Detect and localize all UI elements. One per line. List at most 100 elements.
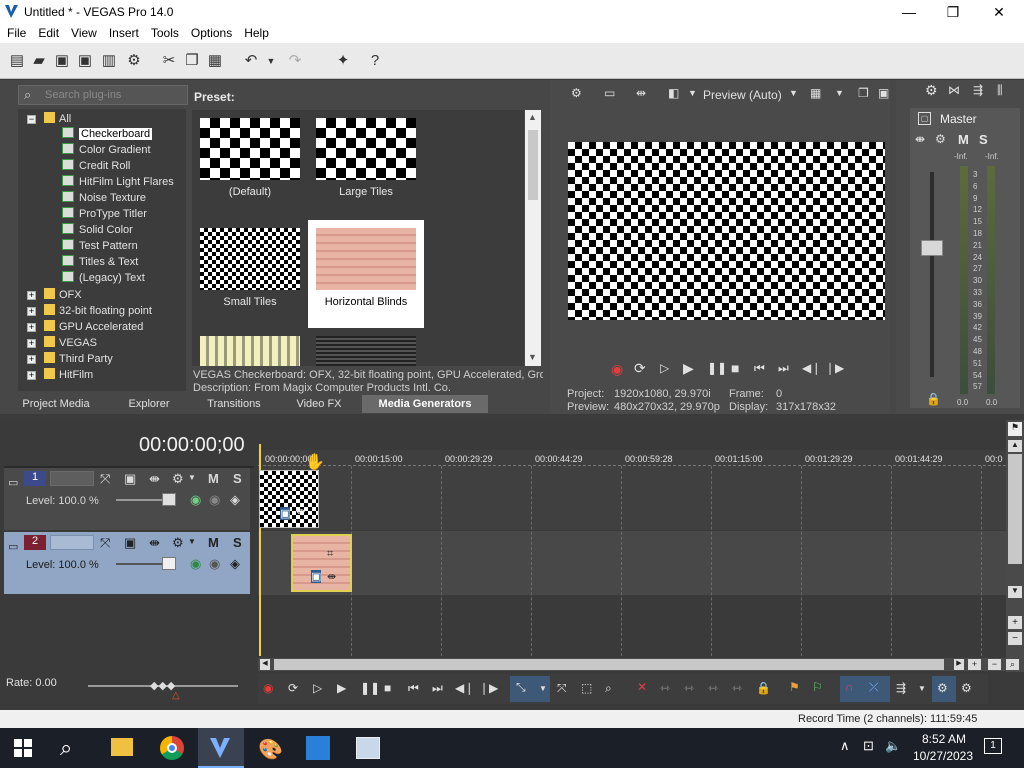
tree-folder-all[interactable]: All: [44, 112, 71, 127]
zoom-edit-tool-icon[interactable]: ⌕: [605, 681, 612, 696]
properties-gear-icon[interactable]: ⚙: [125, 52, 143, 70]
file-explorer-icon[interactable]: [111, 738, 133, 756]
previous-frame-icon[interactable]: ◀❘: [802, 361, 821, 375]
go-to-start-icon[interactable]: ⏮: [408, 681, 419, 696]
tree-item-checkerboard[interactable]: Checkerboard: [62, 127, 153, 142]
menu-edit[interactable]: Edit: [31, 24, 64, 40]
track-mute-button-1[interactable]: M: [208, 471, 219, 486]
play-from-start-icon[interactable]: ▷: [313, 681, 322, 695]
paste-icon[interactable]: ▦: [206, 52, 224, 70]
track-fx-icon[interactable]: ▣: [124, 535, 136, 551]
track-level-slider-1[interactable]: [162, 493, 176, 506]
render-icon[interactable]: ▥: [100, 52, 118, 70]
copy-icon[interactable]: ❐: [183, 52, 201, 70]
vegas-taskbar-button[interactable]: [198, 728, 244, 768]
windows-start-icon[interactable]: [14, 739, 32, 760]
envelope-tool-icon[interactable]: ⤧: [557, 681, 567, 696]
save-as-icon[interactable]: ▣: [76, 52, 94, 70]
rate-reset-icon[interactable]: △: [172, 690, 180, 701]
expand-icon[interactable]: +: [27, 323, 36, 332]
trim-start-icon[interactable]: ⇿: [684, 681, 694, 695]
tree-item-titles-text[interactable]: Titles & Text: [62, 255, 138, 270]
overlays-dropdown-icon[interactable]: ▼: [688, 88, 697, 98]
track-minimize-icon[interactable]: ▭: [8, 476, 18, 489]
show-hidden-icons-icon[interactable]: ∧: [840, 738, 850, 754]
scroll-up-icon[interactable]: ▲: [1008, 440, 1022, 452]
make-compositing-child-icon[interactable]: ◈: [230, 556, 240, 572]
menu-file[interactable]: File: [0, 24, 31, 40]
tree-folder-32bit[interactable]: 32-bit floating point: [44, 304, 152, 319]
record-icon[interactable]: ◉: [611, 361, 623, 378]
track-mute-button-2[interactable]: M: [208, 535, 219, 550]
ignore-event-grouping-icon[interactable]: ⚙: [961, 681, 972, 695]
stop-icon[interactable]: ■: [384, 681, 391, 695]
collapse-all-icon[interactable]: −: [27, 115, 36, 124]
undo-icon[interactable]: ↶: [242, 52, 260, 70]
chrome-icon[interactable]: [160, 736, 184, 760]
clock-time[interactable]: 8:52 AM: [916, 732, 972, 746]
quality-dropdown-icon[interactable]: ▼: [789, 88, 798, 98]
ripple-dropdown-icon[interactable]: ▼: [918, 684, 926, 693]
preset-vertical-thumb[interactable]: [200, 336, 300, 366]
fader-lock-icon[interactable]: 🔒: [926, 392, 941, 406]
preset-scrollbar[interactable]: ▲ ▼: [525, 110, 541, 366]
tree-item-test-pattern[interactable]: Test Pattern: [62, 239, 138, 254]
whats-this-help-icon[interactable]: ?: [366, 52, 384, 70]
track-lane-1[interactable]: [258, 466, 1006, 530]
event-crop-icon[interactable]: ⌗: [327, 548, 333, 561]
pause-icon[interactable]: ❚❚: [360, 681, 380, 695]
track-solo-button-2[interactable]: S: [233, 535, 242, 550]
tree-item-noise-texture[interactable]: Noise Texture: [62, 191, 146, 206]
stop-icon[interactable]: ■: [731, 360, 739, 376]
track-motion-icon[interactable]: ⤧: [100, 471, 110, 487]
selection-tool-icon[interactable]: ⬚: [581, 681, 592, 695]
track-fx-icon[interactable]: ▣: [124, 471, 136, 487]
expand-icon[interactable]: +: [27, 291, 36, 300]
volume-muted-icon[interactable]: 🔈: [885, 738, 901, 754]
auto-ripple-icon[interactable]: ⇶: [896, 681, 906, 695]
insert-region-icon[interactable]: ⚐: [812, 680, 823, 694]
master-solo-button[interactable]: S: [979, 132, 988, 147]
trim-icon[interactable]: ⇿: [660, 681, 670, 695]
preset-default-thumb[interactable]: [200, 118, 300, 180]
play-icon[interactable]: ▶: [337, 681, 346, 695]
tree-item-light-flares[interactable]: HitFilm Light Flares: [62, 175, 174, 190]
preset-small-tiles-thumb[interactable]: [200, 228, 300, 290]
master-pan-icon[interactable]: ⇼: [915, 132, 925, 146]
menu-options[interactable]: Options: [184, 24, 237, 40]
master-fx-chain-icon[interactable]: ⚙: [935, 132, 946, 146]
mixer-insert-bus-icon[interactable]: ⫼: [997, 83, 1003, 98]
track-name-field-1[interactable]: [50, 471, 94, 486]
zoom-in-vertical-icon[interactable]: +: [1008, 616, 1022, 629]
zoom-in-horizontal-icon[interactable]: +: [968, 659, 981, 670]
maximize-button[interactable]: ❐: [930, 2, 976, 22]
track-level-slider-2[interactable]: [162, 557, 176, 570]
horizontal-blinds-clip[interactable]: ⌗ ▣ ⇼: [291, 534, 352, 592]
expand-icon[interactable]: +: [27, 339, 36, 348]
checkerboard-clip[interactable]: ▣ ⇼: [259, 470, 319, 528]
record-icon[interactable]: ◉: [263, 681, 273, 695]
event-fx-icon[interactable]: ⇼: [327, 570, 336, 583]
hscroll-thumb[interactable]: [274, 659, 944, 670]
track-motion-icon[interactable]: ⤧: [100, 535, 110, 551]
scroll-up-icon[interactable]: ▲: [528, 112, 537, 122]
search-plugins-field[interactable]: ⌕ Search plug-ins: [18, 85, 188, 105]
marker-flag-icon[interactable]: ⚑: [1008, 422, 1022, 436]
network-icon[interactable]: ⊡: [863, 738, 874, 754]
tree-item-color-gradient[interactable]: Color Gradient: [62, 143, 151, 158]
make-compositing-child-icon[interactable]: ◈: [230, 492, 240, 508]
split-screen-icon[interactable]: ⇹: [636, 86, 646, 100]
timeline-vscroll[interactable]: ⚑ ▲ ▼ + −: [1006, 420, 1024, 672]
notifications-icon[interactable]: 1: [984, 738, 1002, 754]
expand-icon[interactable]: +: [27, 307, 36, 316]
trim-end-icon[interactable]: ⇿: [708, 681, 718, 695]
edit-tool-dropdown-icon[interactable]: ▼: [539, 684, 547, 693]
menu-view[interactable]: View: [64, 24, 102, 40]
tree-folder-ofx[interactable]: OFX: [44, 288, 82, 303]
track-dropdown-icon[interactable]: ▼: [188, 537, 196, 546]
tree-folder-vegas[interactable]: VEGAS: [44, 336, 97, 351]
new-file-icon[interactable]: ▤: [8, 52, 26, 70]
lock-icon[interactable]: 🔒: [756, 681, 771, 695]
event-pan-crop-icon[interactable]: ▣: [280, 507, 291, 520]
tree-item-solid-color[interactable]: Solid Color: [62, 223, 133, 238]
